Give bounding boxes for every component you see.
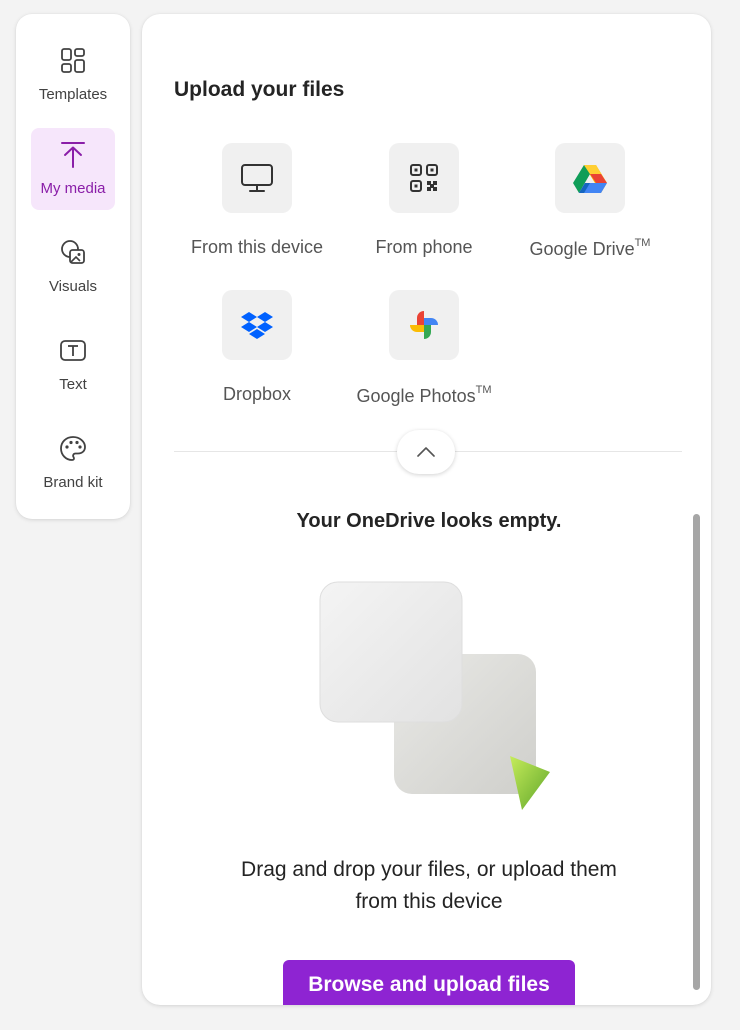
side-nav-rail: Templates My media Visuals Text Brand ki… xyxy=(16,14,130,519)
scrollbar-thumb[interactable] xyxy=(693,514,700,990)
source-label-text: Google Drive xyxy=(529,239,635,259)
text-icon xyxy=(60,340,86,361)
qr-code-icon xyxy=(410,164,438,192)
panel-title: Upload your files xyxy=(174,78,345,101)
nav-item-label: Visuals xyxy=(48,278,98,295)
nav-item-my-media[interactable]: My media xyxy=(31,128,115,210)
my-media-panel: Upload your files From this device From … xyxy=(142,14,711,1005)
nav-item-label: Text xyxy=(59,376,87,393)
google-photos-icon xyxy=(410,311,438,339)
source-label: Google PhotosTM xyxy=(339,384,509,407)
nav-item-templates[interactable]: Templates xyxy=(31,34,115,116)
empty-state-description: Drag and drop your files, or upload them… xyxy=(182,854,676,918)
upload-icon xyxy=(61,142,85,168)
templates-icon xyxy=(61,48,85,73)
description-line-2: from this device xyxy=(355,890,503,913)
nav-item-text[interactable]: Text xyxy=(31,324,115,406)
trademark-mark: TM xyxy=(475,384,492,396)
trademark-mark: TM xyxy=(634,237,651,249)
source-dropbox[interactable]: Dropbox xyxy=(172,290,342,405)
source-tile[interactable] xyxy=(222,143,292,213)
monitor-icon xyxy=(241,164,273,192)
source-tile[interactable] xyxy=(222,290,292,360)
source-tile[interactable] xyxy=(555,143,625,213)
nav-item-label: My media xyxy=(40,180,106,197)
palette-icon xyxy=(60,436,86,461)
source-label: Google DriveTM xyxy=(505,237,675,260)
chevron-up-icon xyxy=(417,447,435,457)
source-google-photos[interactable]: Google PhotosTM xyxy=(339,290,509,407)
visuals-icon xyxy=(61,240,85,264)
empty-onedrive-illustration xyxy=(319,581,550,810)
google-drive-icon xyxy=(573,165,607,193)
source-label: Dropbox xyxy=(222,384,292,404)
browse-upload-button[interactable]: Browse and upload files xyxy=(283,960,575,1005)
nav-item-brand-kit[interactable]: Brand kit xyxy=(31,422,115,504)
source-tile[interactable] xyxy=(389,143,459,213)
source-tile[interactable] xyxy=(389,290,459,360)
collapse-button[interactable] xyxy=(397,430,455,474)
dropbox-icon xyxy=(241,312,273,339)
source-from-phone[interactable]: From phone xyxy=(339,143,509,258)
description-line-1: Drag and drop your files, or upload them xyxy=(241,858,617,881)
source-label: From this device xyxy=(190,237,324,257)
source-google-drive[interactable]: Google DriveTM xyxy=(505,143,675,260)
nav-item-visuals[interactable]: Visuals xyxy=(31,226,115,308)
source-from-device[interactable]: From this device xyxy=(172,143,342,258)
empty-state-title: Your OneDrive looks empty. xyxy=(296,510,562,532)
source-label-text: Google Photos xyxy=(356,386,476,406)
nav-item-label: Brand kit xyxy=(43,474,103,491)
source-label: From phone xyxy=(375,237,473,257)
nav-item-label: Templates xyxy=(38,86,108,103)
